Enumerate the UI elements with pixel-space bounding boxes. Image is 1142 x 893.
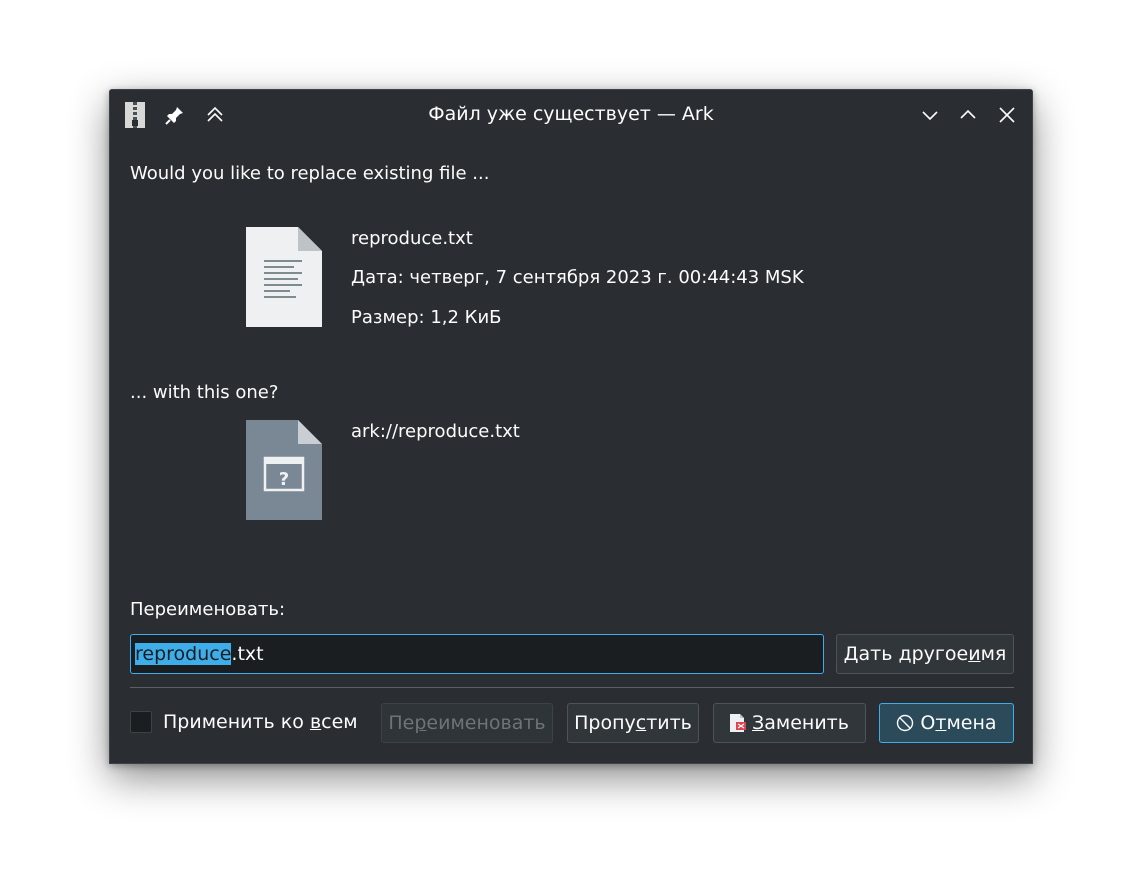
close-icon[interactable] <box>994 102 1020 128</box>
dialog-window: Файл уже существует — Ark Would you like… <box>109 89 1033 764</box>
suggest-name-mnemonic: и <box>968 643 981 665</box>
cancel-button[interactable]: От мена <box>879 703 1014 743</box>
text-file-icon <box>246 227 322 327</box>
maximize-icon[interactable] <box>955 102 981 128</box>
rename-input[interactable]: reproduce.txt <box>130 634 824 674</box>
suggest-name-label-pre: Дать другое <box>843 643 969 665</box>
window-title: Файл уже существует — Ark <box>428 103 714 125</box>
separator <box>130 687 1014 688</box>
rename-input-selection: reproduce <box>135 643 232 665</box>
suggest-name-label-post: мя <box>980 643 1007 665</box>
cancel-icon <box>896 714 914 732</box>
svg-text:?: ? <box>279 469 289 490</box>
cancel-button-label-post: мена <box>946 712 997 734</box>
with-question: ... with this one? <box>130 382 279 403</box>
rename-label: Переименовать: <box>130 599 286 620</box>
skip-button-mnemonic: с <box>635 712 647 734</box>
cancel-button-mnemonic: т <box>935 712 947 734</box>
existing-file-name: reproduce.txt <box>351 228 473 249</box>
cancel-button-label-pre: О <box>920 712 936 734</box>
new-file-name: ark://reproduce.txt <box>351 421 520 442</box>
rename-button-label-post: еименовать <box>426 712 546 734</box>
apply-all-label-pre: Применить ко <box>163 711 310 733</box>
skip-button-label-post: тить <box>646 712 692 734</box>
apply-all-mnemonic: в <box>309 711 322 733</box>
skip-button-label-pre: Пропу <box>574 712 636 734</box>
titlebar[interactable]: Файл уже существует — Ark <box>110 90 1032 140</box>
apply-all-label[interactable]: Применить ко всем <box>163 711 358 733</box>
existing-file-date: Дата: четверг, 7 сентября 2023 г. 00:44:… <box>351 267 804 288</box>
rename-button-mnemonic: р <box>414 712 427 734</box>
suggest-name-button[interactable]: Дать другое и мя <box>836 634 1014 674</box>
existing-file-size: Размер: 1,2 КиБ <box>351 307 502 328</box>
replace-button[interactable]: Заменить <box>713 703 866 743</box>
replace-file-icon <box>730 714 747 732</box>
rename-button[interactable]: Пе р еименовать <box>381 703 553 743</box>
rename-button-label-pre: Пе <box>388 712 415 734</box>
replace-button-mnemonic: З <box>752 712 765 734</box>
skip-button[interactable]: Пропу с тить <box>567 703 699 743</box>
replace-button-label-post: аменить <box>764 712 849 734</box>
replace-question: Would you like to replace existing file … <box>130 163 490 184</box>
minimize-icon[interactable] <box>917 102 943 128</box>
rename-input-rest: .txt <box>231 643 264 665</box>
apply-all-label-post: сем <box>321 711 358 733</box>
apply-all-checkbox[interactable] <box>130 711 152 733</box>
unknown-file-icon: ? <box>246 420 322 520</box>
